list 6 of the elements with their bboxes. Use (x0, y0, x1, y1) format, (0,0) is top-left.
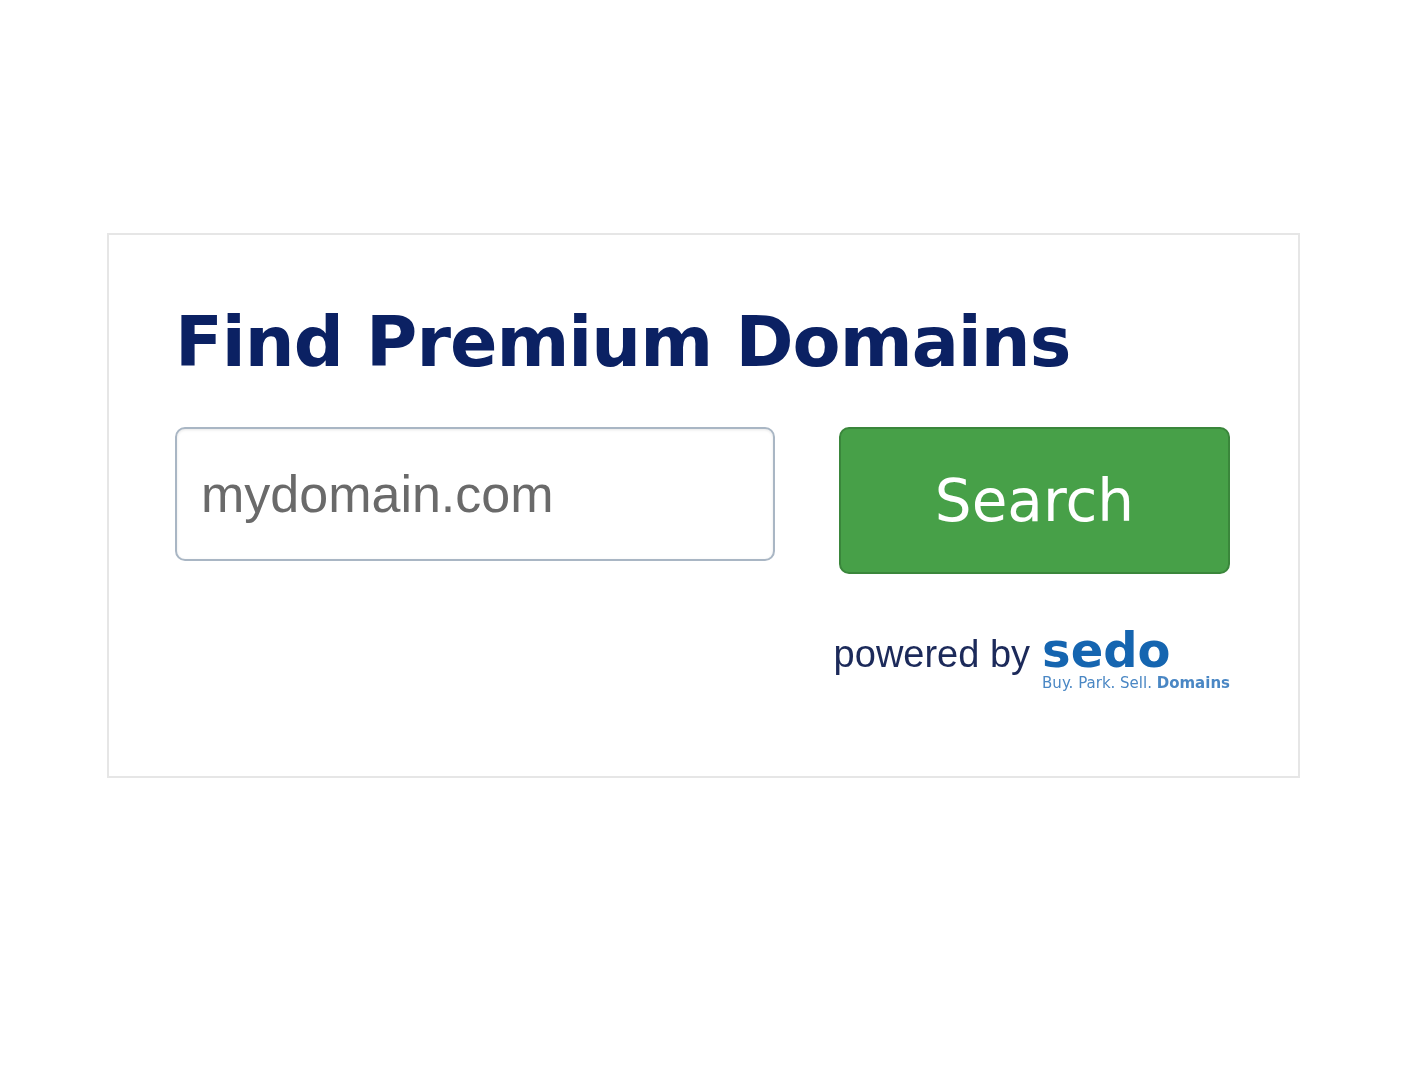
logo-tagline: Buy. Park. Sell. Domains (1042, 676, 1230, 691)
sedo-logo: sedo (1042, 626, 1171, 674)
widget-title: Find Premium Domains (175, 307, 1071, 377)
search-button[interactable]: Search (839, 427, 1230, 574)
domain-search-field[interactable]: mydomain.com (175, 427, 775, 561)
powered-by-text: powered by (833, 635, 1031, 673)
